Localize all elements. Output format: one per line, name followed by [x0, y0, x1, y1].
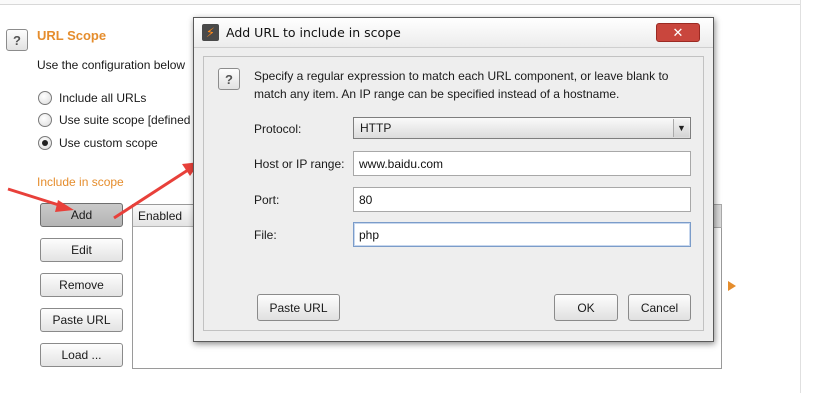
ok-button[interactable]: OK	[554, 294, 618, 321]
port-input[interactable]	[353, 187, 691, 212]
chevron-down-icon[interactable]: ▼	[673, 119, 689, 137]
include-in-scope-heading: Include in scope	[37, 175, 124, 189]
dialog-titlebar[interactable]: ⚡ Add URL to include in scope ✕	[194, 18, 713, 48]
dialog-instructions: Specify a regular expression to match ea…	[254, 69, 669, 101]
file-input[interactable]	[353, 222, 691, 247]
host-label: Host or IP range:	[254, 157, 345, 171]
remove-button[interactable]: Remove	[40, 273, 123, 297]
dialog-title: Add URL to include in scope	[226, 25, 401, 40]
radio-use-custom-scope[interactable]: Use custom scope	[38, 136, 158, 150]
section-title: URL Scope	[37, 28, 107, 43]
dropdown-glyph: ▼	[677, 123, 686, 133]
close-button[interactable]: ✕	[656, 23, 700, 42]
radio-button-icon[interactable]	[38, 113, 52, 127]
radio-button-icon[interactable]	[38, 91, 52, 105]
help-icon[interactable]: ?	[6, 29, 28, 51]
close-icon: ✕	[672, 24, 684, 40]
panel-top-border	[0, 0, 800, 5]
cancel-button[interactable]: Cancel	[628, 294, 691, 321]
panel-right-border	[800, 0, 801, 393]
scope-description: Use the configuration below	[37, 58, 186, 72]
radio-include-all-urls[interactable]: Include all URLs	[38, 91, 146, 105]
add-button[interactable]: Add	[40, 203, 123, 227]
dialog-body: ? Specify a regular expression to match …	[203, 56, 704, 331]
column-header-enabled[interactable]: Enabled	[138, 209, 182, 223]
load-button[interactable]: Load ...	[40, 343, 123, 367]
file-label: File:	[254, 228, 277, 242]
help-icon-glyph: ?	[13, 32, 21, 48]
help-icon[interactable]: ?	[218, 68, 240, 90]
radio-label: Use custom scope	[59, 136, 158, 150]
add-url-dialog[interactable]: ⚡ Add URL to include in scope ✕ ? Specif…	[193, 17, 714, 342]
burp-app-icon: ⚡	[202, 24, 219, 41]
radio-button-checked-icon[interactable]	[38, 136, 52, 150]
host-input[interactable]	[353, 151, 691, 176]
app-icon-glyph: ⚡	[205, 24, 216, 40]
port-label: Port:	[254, 193, 280, 207]
protocol-select[interactable]: HTTP ▼	[353, 117, 691, 139]
help-icon-glyph: ?	[225, 71, 233, 87]
edit-button[interactable]: Edit	[40, 238, 123, 262]
radio-use-suite-scope[interactable]: Use suite scope [defined	[38, 113, 190, 127]
protocol-selected-value: HTTP	[360, 121, 392, 135]
paste-url-button[interactable]: Paste URL	[40, 308, 123, 332]
expand-arrow-icon[interactable]	[728, 281, 736, 291]
dialog-paste-url-button[interactable]: Paste URL	[257, 294, 340, 321]
protocol-label: Protocol:	[254, 122, 302, 136]
radio-label: Include all URLs	[59, 91, 147, 105]
radio-label: Use suite scope [defined	[59, 113, 191, 127]
